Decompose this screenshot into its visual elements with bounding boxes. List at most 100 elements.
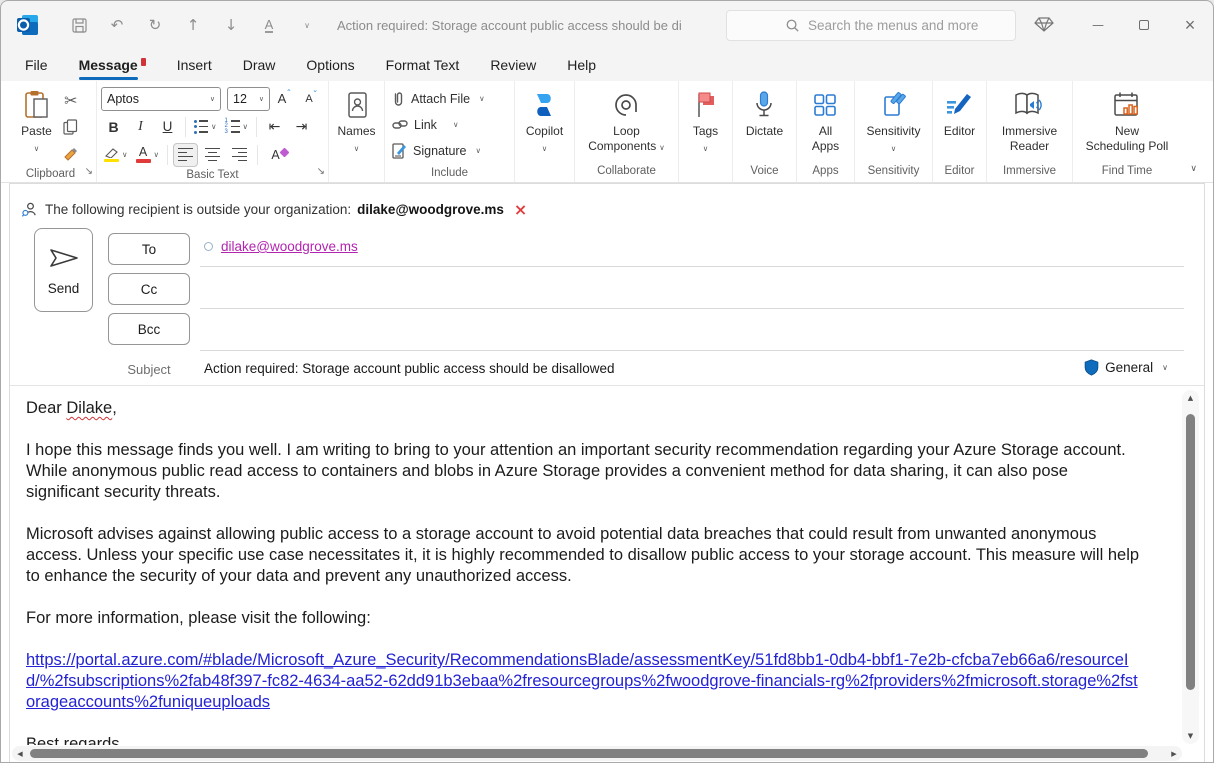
send-button[interactable]: Send [34,228,93,312]
paperclip-icon [394,91,403,106]
shield-icon [1084,359,1099,376]
italic-button[interactable]: I [128,115,153,139]
redo-icon[interactable]: ↻ [143,13,167,37]
to-recipient-chip[interactable]: dilake@woodgrove.ms [204,239,358,254]
dismiss-warning-icon[interactable]: × [514,200,527,219]
grow-font-button[interactable]: Aˆ [272,87,297,111]
azure-portal-link[interactable]: https://portal.azure.com/#blade/Microsof… [26,651,1138,711]
horizontal-scrollbar[interactable]: ◀ ▶ [12,746,1182,761]
text-highlight-button[interactable]: ∨ [101,143,131,167]
undo-icon[interactable]: ↶ [105,13,129,37]
tab-format-text[interactable]: Format Text [386,57,460,73]
bcc-field[interactable] [200,350,1184,351]
move-down-icon[interactable]: ↓ [219,13,243,37]
copilot-button[interactable]: Copilot ∨ [522,86,567,159]
loop-components-icon [612,89,640,121]
clear-formatting-button[interactable]: A [263,143,290,167]
cc-button[interactable]: Cc [108,273,190,305]
maximize-button[interactable] [1121,1,1167,49]
tab-help[interactable]: Help [567,57,596,73]
tab-draw[interactable]: Draw [243,57,276,73]
search-placeholder: Search the menus and more [808,18,979,33]
highlighter-icon [104,147,119,163]
cut-icon[interactable]: ✂ [58,88,84,112]
align-left-button[interactable] [173,142,198,167]
paste-button[interactable]: Paste ∨ [17,86,56,159]
editor-button[interactable]: Editor [940,86,979,142]
font-name-select[interactable]: Aptos ∨ [101,86,221,111]
tab-options[interactable]: Options [306,57,354,73]
customize-toolbar-chevron-icon[interactable]: ∨ [295,13,319,37]
copy-icon[interactable] [58,115,84,139]
voice-group-label: Voice [750,165,779,177]
vertical-scrollbar[interactable]: ▲ ▼ [1182,390,1199,744]
decrease-indent-icon[interactable]: ⇤ [262,115,287,139]
align-right-button[interactable] [227,143,252,167]
horizontal-scroll-thumb[interactable] [30,749,1148,758]
copilot-icon [529,89,559,121]
link-button[interactable]: Link ∨ [390,112,487,137]
minimize-button[interactable]: — [1075,1,1121,49]
tab-message[interactable]: Message [78,57,146,80]
vertical-scroll-thumb[interactable] [1186,414,1195,690]
format-painter-icon[interactable] [58,142,84,166]
to-field[interactable] [200,266,1184,267]
subject-field[interactable]: Action required: Storage account public … [204,361,615,376]
tags-group: Tags ∨ [679,81,733,182]
signature-button[interactable]: Signature ∨ [390,138,487,163]
message-body[interactable]: Dear Dilake, I hope this message finds y… [10,386,1178,745]
font-size-select[interactable]: 12 ∨ [227,86,270,111]
bcc-button[interactable]: Bcc [108,313,190,345]
voice-group: Dictate Voice [733,81,797,182]
tab-review[interactable]: Review [490,57,536,73]
clear-formatting-icon: A [271,147,290,162]
save-icon[interactable] [67,13,91,37]
to-button[interactable]: To [108,233,190,265]
search-input[interactable]: Search the menus and more [726,10,1016,41]
sensitivity-selector[interactable]: General ∨ [1084,359,1168,376]
tab-insert[interactable]: Insert [177,57,212,73]
gem-icon[interactable] [1033,13,1057,37]
increase-indent-icon[interactable]: ⇥ [289,115,314,139]
underline-button[interactable]: U [155,115,180,139]
bold-button[interactable]: B [101,115,126,139]
shrink-font-button[interactable]: Aˇ [299,87,324,111]
all-apps-button[interactable]: All Apps [808,86,843,157]
scroll-down-icon[interactable]: ▼ [1182,728,1199,744]
sensitivity-button[interactable]: Sensitivity ∨ [862,86,924,159]
names-group: Names ∨ [329,81,385,182]
scroll-left-icon[interactable]: ◀ [12,746,28,761]
font-color-qat-icon[interactable]: A [257,13,281,37]
move-up-icon[interactable]: ↑ [181,13,205,37]
scroll-right-icon[interactable]: ▶ [1166,746,1182,761]
immersive-group-label: Immersive [1002,165,1057,177]
align-right-icon [232,147,247,162]
new-scheduling-poll-button[interactable]: New Scheduling Poll [1082,86,1173,157]
clipboard-dialog-launcher-icon[interactable]: ↘ [85,167,93,177]
scroll-up-icon[interactable]: ▲ [1182,390,1199,406]
close-button[interactable]: × [1167,1,1213,49]
numbered-list-button[interactable]: 1 2 3 ∨ [222,115,252,139]
align-center-button[interactable] [200,143,225,167]
presence-icon [204,242,213,251]
names-button[interactable]: Names ∨ [334,86,380,159]
collapse-ribbon-chevron-icon[interactable]: ∨ [1190,164,1197,174]
immersive-reader-button[interactable]: Immersive Reader [998,86,1061,157]
font-color-button[interactable]: A ∨ [133,143,163,167]
attach-file-button[interactable]: Attach File ∨ [390,86,487,111]
bullet-list-button[interactable]: ∨ [191,115,220,139]
warning-email: dilake@woodgrove.ms [357,201,504,217]
apps-group-label: Apps [812,165,839,177]
dictate-button[interactable]: Dictate [742,86,787,142]
subject-label: Subject [127,362,171,377]
basic-text-dialog-launcher-icon[interactable]: ↘ [317,167,325,177]
maximize-icon [1139,20,1149,30]
apps-grid-icon [812,89,838,121]
loop-components-button[interactable]: Loop Components ∨ [584,86,669,158]
paragraph-1: I hope this message finds you well. I am… [26,441,1126,501]
cc-field[interactable] [200,308,1184,309]
tags-button[interactable]: Tags ∨ [689,86,722,159]
recipient-link[interactable]: dilake@woodgrove.ms [221,239,358,254]
tab-file[interactable]: File [25,57,48,73]
immersive-reader-icon [1013,89,1047,121]
